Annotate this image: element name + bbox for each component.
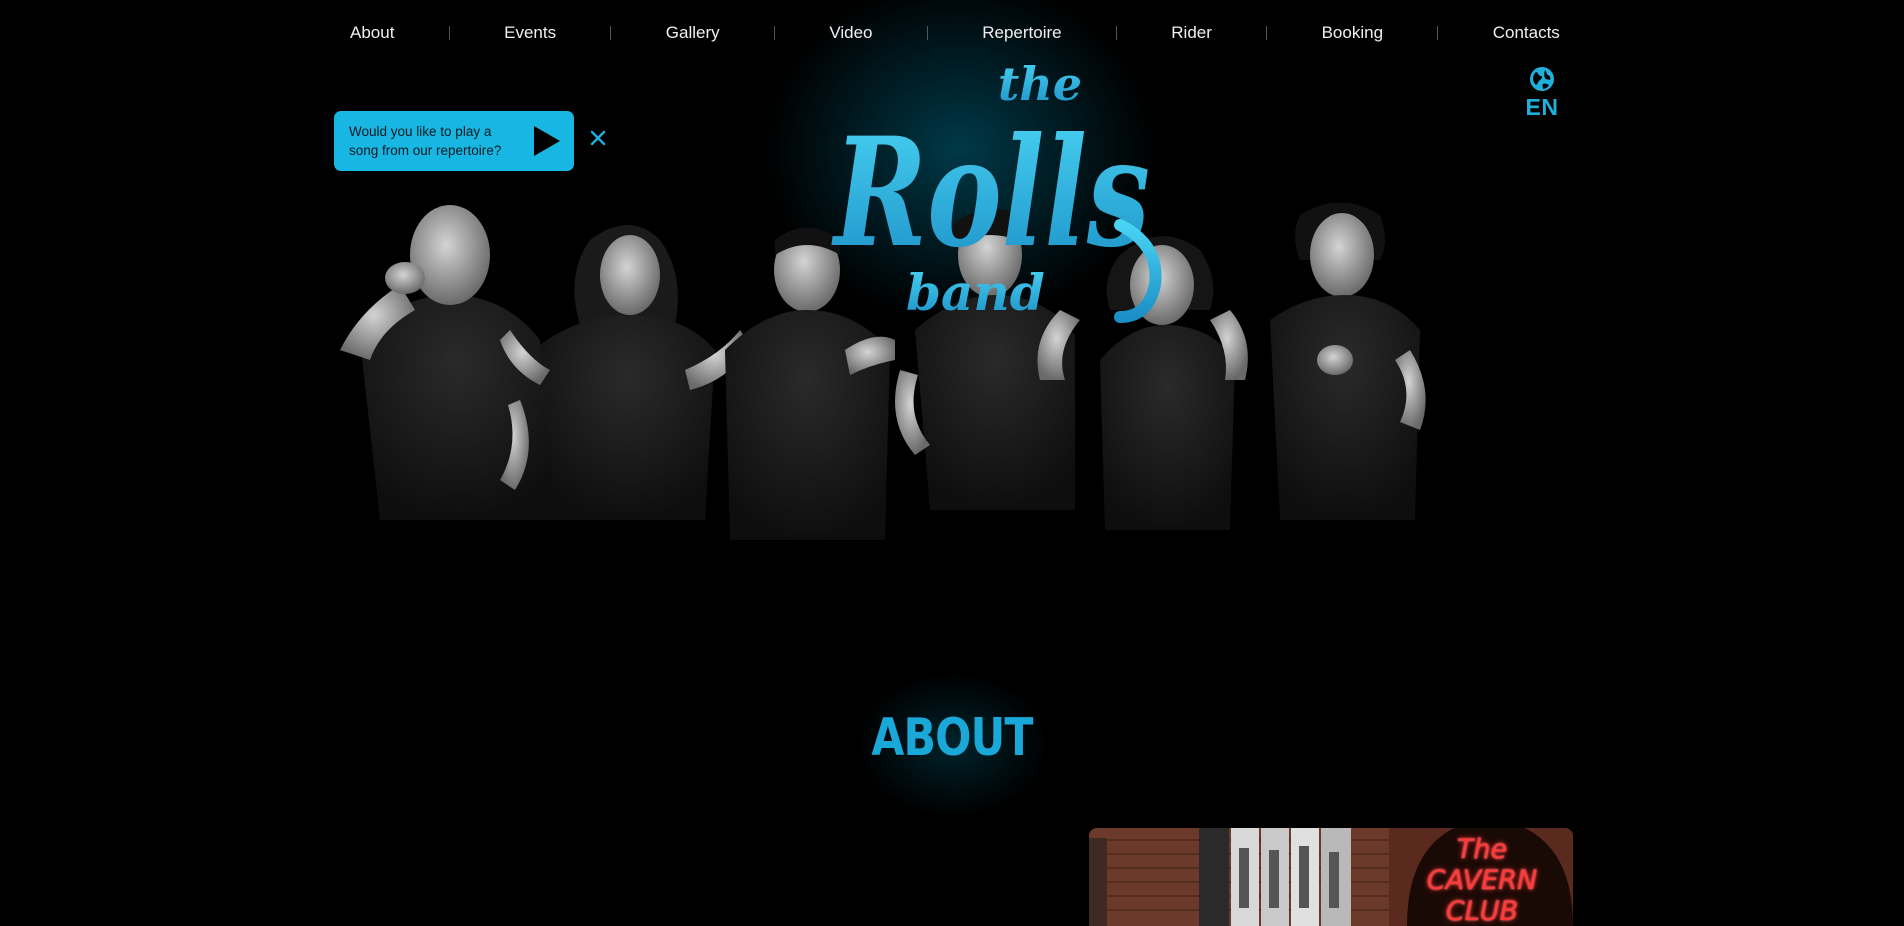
nav-video[interactable]: Video <box>809 23 892 43</box>
logo-band: band <box>906 263 1045 322</box>
nav-events[interactable]: Events <box>484 23 576 43</box>
play-song-prompt[interactable]: Would you like to play a song from our r… <box>334 111 574 171</box>
nav-gallery[interactable]: Gallery <box>646 23 740 43</box>
nav-divider <box>610 26 612 40</box>
page: About Events Gallery Video Repertoire Ri… <box>0 0 1904 926</box>
prompt-text: Would you like to play a song from our r… <box>349 122 519 160</box>
prompt-line-2: song from our repertoire? <box>349 143 502 158</box>
nav-divider <box>926 26 928 40</box>
play-icon[interactable] <box>534 126 560 156</box>
nav-divider <box>774 26 775 40</box>
neon-line-1: The <box>1456 834 1508 865</box>
band-logo: the Rolls band <box>831 57 1162 323</box>
nav-rider[interactable]: Rider <box>1151 23 1232 43</box>
nav-about[interactable]: About <box>330 23 414 43</box>
nav-contacts[interactable]: Contacts <box>1473 23 1580 43</box>
close-icon[interactable] <box>588 128 608 148</box>
language-switcher[interactable]: EN <box>1522 66 1562 121</box>
globe-icon <box>1530 67 1554 91</box>
prompt-line-1: Would you like to play a <box>349 124 492 139</box>
neon-line-3: CLUB <box>1445 896 1519 926</box>
nav-divider <box>448 26 450 40</box>
logo-rolls: Rolls <box>831 105 1150 281</box>
nav-divider <box>1115 26 1117 40</box>
logo-the: the <box>998 57 1082 111</box>
nav-divider <box>1266 26 1268 40</box>
about-heading: ABOUT <box>871 708 1033 768</box>
language-label: EN <box>1525 94 1559 120</box>
nav-repertoire[interactable]: Repertoire <box>962 23 1081 43</box>
nav-booking[interactable]: Booking <box>1302 23 1403 43</box>
cavern-club-photo: The CAVERN CLUB <box>1089 828 1573 926</box>
nav-divider <box>1437 26 1439 40</box>
neon-line-2: CAVERN <box>1426 865 1538 896</box>
cavern-neon-sign: The CAVERN CLUB <box>1407 834 1557 926</box>
